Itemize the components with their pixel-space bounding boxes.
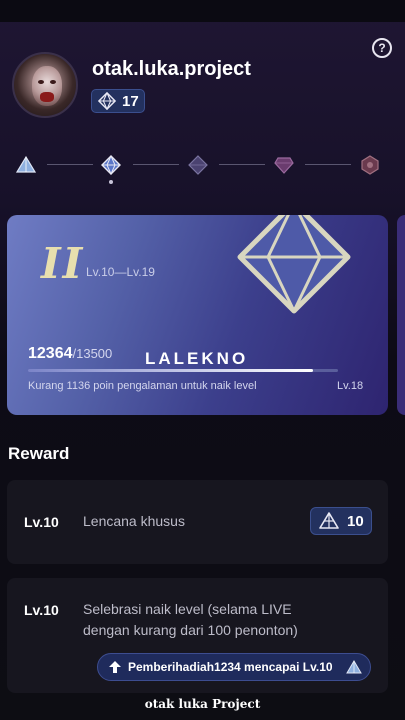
avatar[interactable] xyxy=(12,52,78,118)
points-current: 12364 xyxy=(28,345,73,362)
status-bar xyxy=(0,0,405,22)
next-level: Lv.18 xyxy=(337,380,364,392)
question-icon[interactable]: ? xyxy=(372,38,392,58)
avatar-mark xyxy=(40,92,54,102)
diamond-icon xyxy=(98,92,116,110)
level-card[interactable]: II Lv.10—Lv.19 12364/13500 LALEKNO Kuran… xyxy=(7,215,388,415)
triangle-badge-icon xyxy=(346,660,362,674)
tier-4-icon[interactable] xyxy=(274,155,294,175)
level-screen: ? otak.luka.project 17 II Lv.10—Lv.19 12… xyxy=(0,0,405,720)
avatar-eye xyxy=(38,80,44,84)
triangle-badge-icon xyxy=(319,512,339,529)
level-number: 17 xyxy=(122,92,139,110)
progress-bar xyxy=(28,369,338,372)
reward-description: Lencana khusus xyxy=(83,513,185,529)
gift-notice-pill[interactable]: Pemberihadiah1234 mencapai Lv.10 xyxy=(97,653,371,681)
reward-badge: 10 xyxy=(310,507,372,535)
points-needed-text: Kurang 1136 poin pengalaman untuk naik l… xyxy=(28,380,257,392)
tier-5-icon[interactable] xyxy=(360,155,380,175)
points-total: /13500 xyxy=(72,346,113,361)
tier-2-icon[interactable] xyxy=(101,155,121,175)
track-line xyxy=(219,164,265,165)
section-title: Reward xyxy=(8,444,70,463)
diamond-gem-icon xyxy=(237,215,351,314)
watermark: otak luka Project xyxy=(144,697,261,711)
next-card-peek[interactable] xyxy=(397,215,405,415)
gift-notice-text: Pemberihadiah1234 mencapai Lv.10 xyxy=(128,660,333,674)
arrow-up-icon xyxy=(109,661,121,673)
reward-item: Lv.10 Lencana khusus 10 xyxy=(7,480,388,564)
level-range: Lv.10—Lv.19 xyxy=(86,265,155,279)
points-readout: 12364/13500 xyxy=(28,345,112,363)
tier-roman-numeral: II xyxy=(41,239,85,288)
track-line xyxy=(305,164,351,165)
reward-description-line: dengan kurang dari 100 penonton) xyxy=(83,622,298,638)
avatar-eye xyxy=(50,80,56,84)
reward-level: Lv.10 xyxy=(24,514,59,530)
tier-track xyxy=(0,150,405,190)
reward-badge-value: 10 xyxy=(347,512,364,530)
tier-name: LALEKNO xyxy=(145,349,249,368)
username: otak.luka.project xyxy=(92,58,251,80)
reward-description-line: Selebrasi naik level (selama LIVE xyxy=(83,601,292,617)
reward-item: Lv.10 Selebrasi naik level (selama LIVE … xyxy=(7,578,388,693)
progress-fill xyxy=(28,369,314,372)
reward-description: Selebrasi naik level (selama LIVE dengan… xyxy=(83,599,298,641)
track-line xyxy=(133,164,179,165)
level-badge: 17 xyxy=(91,89,145,113)
reward-level: Lv.10 xyxy=(24,602,59,618)
tier-3-icon[interactable] xyxy=(188,155,208,175)
current-tier-indicator xyxy=(109,180,113,184)
track-line xyxy=(47,164,93,165)
tier-1-icon[interactable] xyxy=(16,155,36,175)
